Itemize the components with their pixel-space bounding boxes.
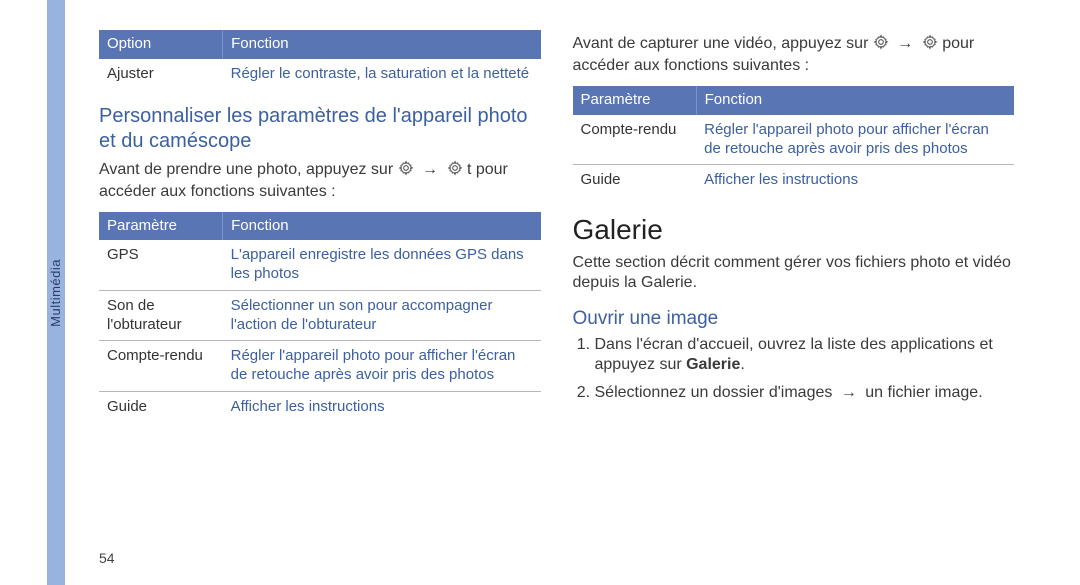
- cell-parametre: Guide: [573, 165, 697, 196]
- gear-icon: [873, 34, 889, 56]
- arrow-icon: →: [841, 384, 857, 401]
- intro-photo: Avant de prendre une photo, appuyez sur …: [99, 160, 541, 202]
- th-fonction: Fonction: [223, 30, 541, 59]
- table-row: Guide Afficher les instructions: [573, 165, 1015, 196]
- table-row: Ajuster Régler le contraste, la saturati…: [99, 59, 541, 90]
- page-number: 54: [99, 550, 115, 568]
- th-parametre: Paramètre: [573, 86, 697, 115]
- cell-parametre: Compte-rendu: [99, 341, 223, 392]
- cell-fonction: Afficher les instructions: [696, 165, 1014, 196]
- cell-fonction: Régler le contraste, la saturation et la…: [223, 59, 541, 90]
- table-row: Guide Afficher les instructions: [99, 391, 541, 422]
- arrow-icon: →: [422, 161, 438, 178]
- intro-video: Avant de capturer une vidéo, appuyez sur…: [573, 34, 1015, 76]
- table-parametres-photo: Paramètre Fonction GPS L'appareil enregi…: [99, 212, 541, 423]
- heading-galerie: Galerie: [573, 212, 1015, 247]
- sidebar-label: Multimédia: [48, 259, 64, 327]
- cell-option: Ajuster: [99, 59, 223, 90]
- gear-icon: [398, 160, 414, 182]
- steps-list: Dans l'écran d'accueil, ouvrez la liste …: [573, 335, 1015, 403]
- cell-parametre: GPS: [99, 240, 223, 290]
- cell-fonction: L'appareil enregistre les données GPS da…: [223, 240, 541, 290]
- gear-icon: [922, 34, 938, 56]
- th-parametre: Paramètre: [99, 212, 223, 241]
- cell-parametre: Guide: [99, 391, 223, 422]
- list-item: Dans l'écran d'accueil, ouvrez la liste …: [595, 335, 1015, 375]
- heading-ouvrir-image: Ouvrir une image: [573, 307, 1015, 331]
- column-right: Avant de capturer une vidéo, appuyez sur…: [573, 30, 1015, 563]
- table-row: Compte-rendu Régler l'appareil photo pou…: [573, 115, 1015, 165]
- th-fonction: Fonction: [696, 86, 1014, 115]
- gear-icon: [447, 160, 463, 182]
- table-options: Option Fonction Ajuster Régler le contra…: [99, 30, 541, 90]
- galerie-desc: Cette section décrit comment gérer vos f…: [573, 253, 1015, 293]
- cell-parametre: Compte-rendu: [573, 115, 697, 165]
- cell-fonction: Régler l'appareil photo pour afficher l'…: [696, 115, 1014, 165]
- th-fonction: Fonction: [223, 212, 541, 241]
- th-option: Option: [99, 30, 223, 59]
- cell-parametre: Son de l'obturateur: [99, 290, 223, 341]
- heading-personnaliser: Personnaliser les paramètres de l'appare…: [99, 104, 541, 154]
- cell-fonction: Sélectionner un son pour accompagner l'a…: [223, 290, 541, 341]
- table-parametres-video: Paramètre Fonction Compte-rendu Régler l…: [573, 86, 1015, 196]
- sidebar-tab: Multimédia: [47, 0, 65, 585]
- table-row: GPS L'appareil enregistre les données GP…: [99, 240, 541, 290]
- bold-galerie: Galerie: [686, 356, 740, 373]
- column-left: Option Fonction Ajuster Régler le contra…: [99, 30, 541, 563]
- table-row: Compte-rendu Régler l'appareil photo pou…: [99, 341, 541, 392]
- cell-fonction: Régler l'appareil photo pour afficher l'…: [223, 341, 541, 392]
- cell-fonction: Afficher les instructions: [223, 391, 541, 422]
- table-row: Son de l'obturateur Sélectionner un son …: [99, 290, 541, 341]
- arrow-icon: →: [897, 35, 913, 52]
- page-content: Option Fonction Ajuster Régler le contra…: [99, 30, 1014, 563]
- list-item: Sélectionnez un dossier d'images → un fi…: [595, 383, 1015, 403]
